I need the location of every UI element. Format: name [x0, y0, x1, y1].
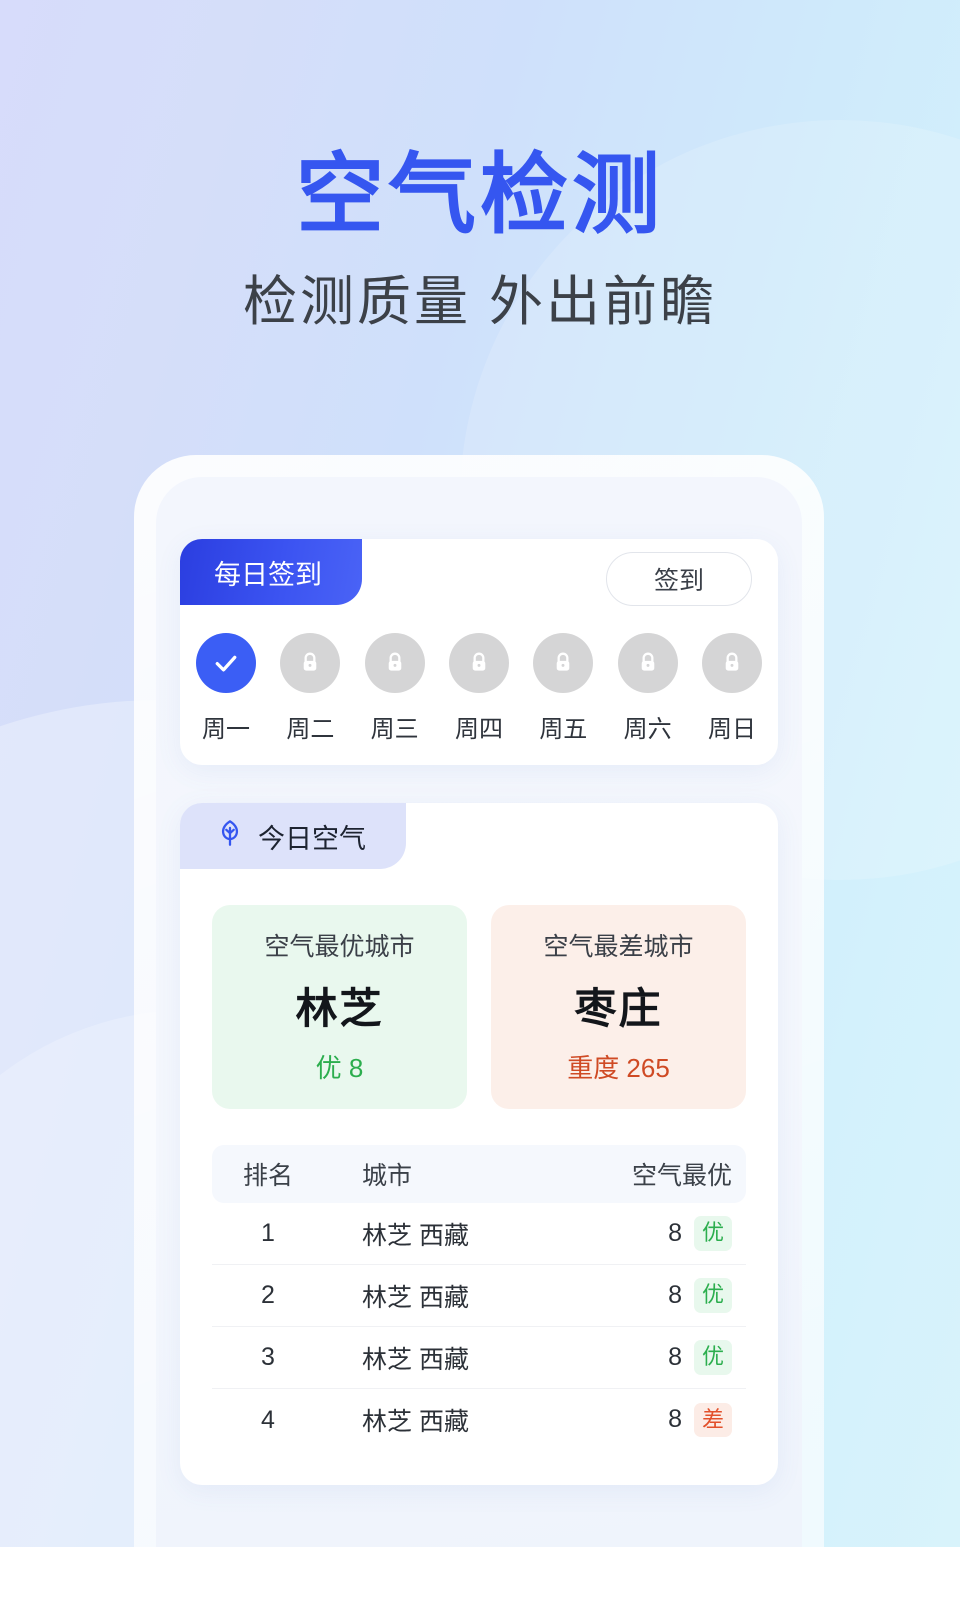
best-air-caption: 空气最优城市: [264, 933, 415, 961]
air-stat-row: 空气最优城市 林芝 优 8 空气最差城市 枣庄 重度 265: [180, 869, 778, 1109]
page-title: 空气检测: [295, 145, 664, 244]
today-air-tab-label: 今日空气: [258, 823, 366, 854]
today-air-tab: 今日空气: [180, 803, 406, 869]
lock-icon: [280, 633, 341, 693]
column-header-score: 空气最优: [631, 1162, 732, 1190]
score-value: 8: [668, 1218, 682, 1247]
status-badge: 优: [693, 1340, 732, 1375]
weekday-item-monday[interactable]: 周一: [194, 633, 258, 744]
column-header-city: 城市: [362, 1162, 413, 1190]
worst-air-city: 枣庄: [574, 985, 663, 1032]
weekday-item-wednesday[interactable]: 周三: [363, 633, 427, 744]
phone-mockup-frame: 每日签到 签到 周一 周二 周三 周四 周五 周六 周日 今日空气 空气最优城市…: [134, 455, 824, 1547]
best-air-city-tile: 空气最优城市 林芝 优 8: [212, 905, 467, 1109]
cell-score: 8 优: [596, 1340, 746, 1375]
weekday-strip: 周一 周二 周三 周四 周五 周六 周日: [180, 605, 778, 744]
cell-city: 林芝 西藏: [362, 1408, 469, 1436]
today-air-card: 今日空气 空气最优城市 林芝 优 8 空气最差城市 枣庄 重度 265 排名 城…: [180, 803, 778, 1485]
weekday-label: 周一: [202, 716, 250, 743]
score-value: 8: [668, 1280, 682, 1309]
score-value: 8: [668, 1342, 682, 1371]
table-row[interactable]: 3 林芝 西藏 8 优: [212, 1327, 746, 1389]
weekday-item-tuesday[interactable]: 周二: [278, 633, 342, 744]
worst-air-caption: 空气最差城市: [543, 933, 694, 961]
best-air-city: 林芝: [295, 985, 384, 1032]
phone-screen: 每日签到 签到 周一 周二 周三 周四 周五 周六 周日 今日空气 空气最优城市…: [156, 477, 802, 1547]
cell-score: 8 优: [596, 1278, 746, 1313]
cell-score: 8 优: [596, 1216, 746, 1251]
daily-checkin-tab: 每日签到: [180, 539, 362, 605]
best-air-reading: 优 8: [315, 1053, 364, 1083]
headline-group: 空气检测 检测质量 外出前瞻: [0, 148, 960, 333]
weekday-label: 周日: [707, 716, 756, 743]
weekday-item-friday[interactable]: 周五: [531, 633, 595, 744]
cell-city: 林芝 西藏: [362, 1283, 469, 1312]
lock-icon: [533, 633, 594, 693]
table-row[interactable]: 1 林芝 西藏 8 优: [212, 1203, 746, 1265]
weekday-label: 周六: [623, 716, 672, 743]
air-ranking-table: 排名 城市 空气最优 1 林芝 西藏 8 优 2 林芝 西藏 8 优 3 林芝 …: [212, 1145, 746, 1451]
lock-icon: [364, 633, 425, 693]
cell-rank: 3: [261, 1343, 275, 1371]
table-row[interactable]: 2 林芝 西藏 8 优: [212, 1265, 746, 1327]
lock-icon: [617, 633, 678, 693]
weekday-label: 周四: [454, 716, 503, 743]
worst-air-city-tile: 空气最差城市 枣庄 重度 265: [491, 905, 746, 1109]
weekday-label: 周三: [370, 716, 419, 743]
table-header-row: 排名 城市 空气最优: [212, 1145, 746, 1203]
column-header-rank: 排名: [242, 1162, 293, 1190]
promo-stage: 空气检测 检测质量 外出前瞻 每日签到 签到 周一 周二 周三 周四 周五 周六…: [0, 0, 960, 1547]
checkin-button[interactable]: 签到: [606, 552, 752, 606]
table-row[interactable]: 4 林芝 西藏 8 差: [212, 1389, 746, 1451]
check-icon: [196, 633, 256, 693]
cell-city: 林芝 西藏: [362, 1345, 469, 1374]
score-value: 8: [668, 1405, 682, 1434]
page-subtitle: 检测质量 外出前瞻: [242, 272, 717, 333]
lock-icon: [448, 633, 509, 693]
status-badge: 优: [693, 1278, 732, 1313]
cell-rank: 2: [261, 1281, 275, 1309]
weekday-label: 周二: [286, 716, 335, 743]
cell-rank: 4: [261, 1405, 275, 1434]
lock-icon: [701, 633, 762, 693]
cell-score: 8 差: [596, 1402, 746, 1438]
daily-checkin-tab-label: 每日签到: [214, 559, 322, 590]
worst-air-reading: 重度 265: [567, 1053, 670, 1083]
weekday-label: 周五: [539, 716, 588, 743]
cell-city: 林芝 西藏: [362, 1221, 469, 1250]
weekday-item-saturday[interactable]: 周六: [616, 633, 680, 744]
status-badge: 差: [693, 1402, 732, 1438]
leaf-icon: [214, 817, 246, 856]
weekday-item-sunday[interactable]: 周日: [700, 633, 764, 744]
daily-checkin-card: 每日签到 签到 周一 周二 周三 周四 周五 周六 周日: [180, 539, 778, 765]
weekday-item-thursday[interactable]: 周四: [447, 633, 511, 744]
cell-rank: 1: [261, 1219, 275, 1247]
status-badge: 优: [693, 1216, 732, 1251]
